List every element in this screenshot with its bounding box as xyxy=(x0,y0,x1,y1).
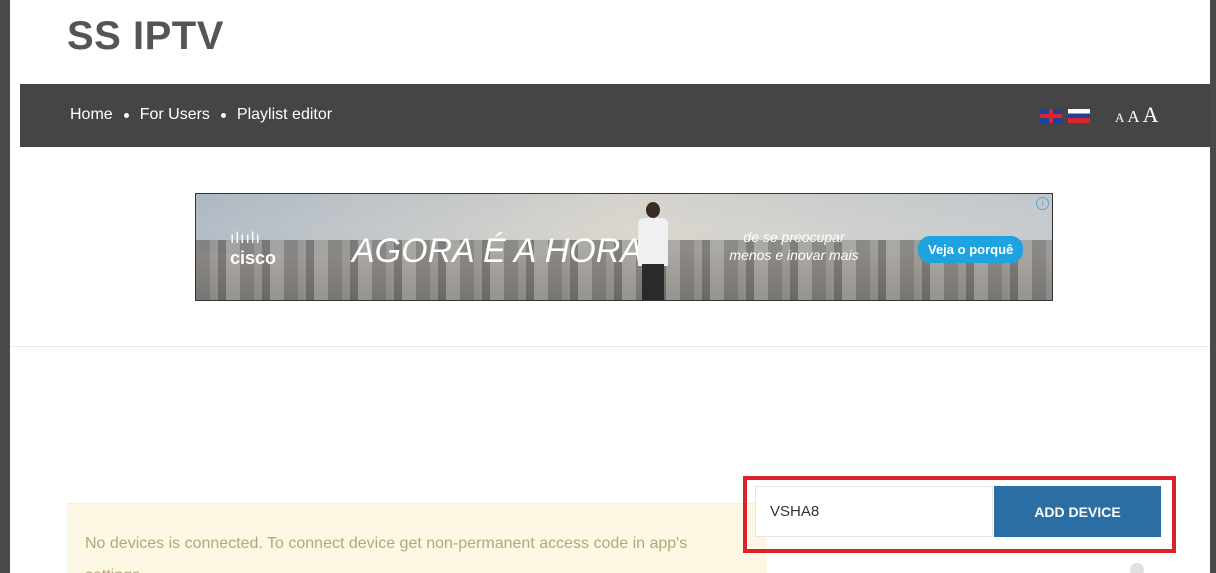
ad-headline: AGORA É A HORA xyxy=(352,232,643,270)
page: SS IPTV Home For Users Playlist editor A… xyxy=(0,0,1216,573)
uk-flag-icon[interactable] xyxy=(1040,109,1062,123)
no-devices-notice: No devices is connected. To connect devi… xyxy=(67,503,767,573)
ad-subtitle: de se preocupar menos e inovar mais xyxy=(714,228,874,264)
site-title[interactable]: SS IPTV xyxy=(67,14,224,59)
ad-person-body xyxy=(638,218,668,266)
ad-subtitle-line1: de se preocupar xyxy=(743,229,845,245)
ad-person-head xyxy=(646,202,660,218)
font-size-medium-button[interactable]: A xyxy=(1127,107,1139,127)
nav-home-link[interactable]: Home xyxy=(70,106,113,124)
cisco-logo: ılıılı cisco xyxy=(230,230,276,269)
ad-cta-button[interactable]: Veja o porquê xyxy=(918,236,1024,263)
font-size-large-button[interactable]: A xyxy=(1143,102,1159,128)
nav-for-users-link[interactable]: For Users xyxy=(140,106,210,124)
font-size-small-button[interactable]: A xyxy=(1115,110,1124,126)
access-code-input[interactable] xyxy=(755,486,993,537)
nav-links: Home For Users Playlist editor xyxy=(70,106,332,124)
language-switcher xyxy=(1040,109,1090,123)
window-frame-right xyxy=(1210,0,1216,573)
font-size-switcher: A A A xyxy=(1115,102,1162,128)
nav-separator-dot xyxy=(123,112,129,118)
section-divider xyxy=(10,346,1210,347)
notice-text: No devices is connected. To connect devi… xyxy=(85,535,688,573)
nav-playlist-editor-link[interactable]: Playlist editor xyxy=(237,106,332,124)
ad-info-icon[interactable]: i xyxy=(1036,197,1049,210)
cisco-logo-text: cisco xyxy=(230,248,277,268)
ad-person-image xyxy=(634,202,672,300)
cisco-logo-bars: ılıılı xyxy=(230,230,261,247)
navbar: Home For Users Playlist editor A A A xyxy=(20,84,1210,147)
nav-separator-dot xyxy=(220,112,226,118)
scroll-indicator[interactable] xyxy=(1130,563,1144,573)
ad-person-legs xyxy=(642,264,664,300)
ad-subtitle-line2: menos e inovar mais xyxy=(729,247,859,263)
window-frame-left xyxy=(0,0,10,573)
advertisement-banner[interactable]: ılıılı cisco AGORA É A HORA de se preocu… xyxy=(195,193,1053,301)
ru-flag-icon[interactable] xyxy=(1068,109,1090,123)
add-device-button[interactable]: ADD DEVICE xyxy=(994,486,1161,537)
